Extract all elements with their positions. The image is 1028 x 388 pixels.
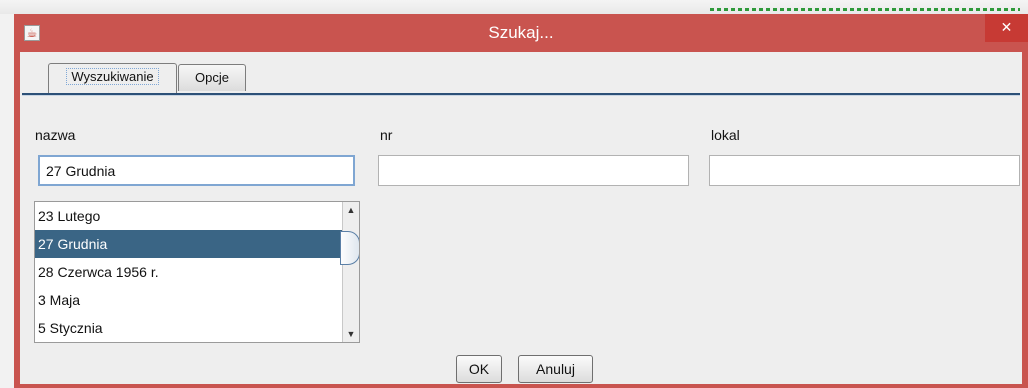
scrollbar-thumb[interactable] <box>340 231 359 265</box>
scroll-up-arrow-icon[interactable]: ▲ <box>343 202 359 218</box>
background-app-strip <box>0 0 1028 14</box>
dialog-content: Wyszukiwanie Opcje nazwa nr lokal 23 Lut… <box>20 52 1022 384</box>
nazwa-label: nazwa <box>35 127 76 143</box>
title-bar[interactable]: ☕ Szukaj... ✕ <box>14 14 1028 52</box>
tab-divider-highlight <box>22 95 1020 96</box>
ok-button[interactable]: OK <box>456 355 502 383</box>
cancel-button[interactable]: Anuluj <box>518 355 593 383</box>
window-title: Szukaj... <box>488 23 554 42</box>
tab-opcje[interactable]: Opcje <box>178 64 246 91</box>
tab-opcje-label: Opcje <box>195 70 229 85</box>
nr-label: nr <box>380 127 393 143</box>
background-green-line <box>710 8 1020 11</box>
list-item[interactable]: 23 Lutego <box>35 202 359 230</box>
background-app-left <box>0 14 14 388</box>
list-item-selected[interactable]: 27 Grudnia <box>35 230 359 258</box>
tab-wyszukiwanie-label: Wyszukiwanie <box>66 68 159 85</box>
close-button[interactable]: ✕ <box>985 14 1028 42</box>
lokal-input[interactable] <box>709 155 1020 186</box>
lokal-label: lokal <box>711 127 740 143</box>
list-item[interactable]: 28 Czerwca 1956 r. <box>35 258 359 286</box>
search-dialog: ☕ Szukaj... ✕ Wyszukiwanie Opcje nazwa n… <box>14 14 1028 388</box>
list-scrollbar[interactable]: ▲ ▼ <box>340 202 359 342</box>
scroll-down-arrow-icon[interactable]: ▼ <box>343 326 359 342</box>
list-item[interactable]: 5 Stycznia <box>35 314 359 342</box>
tab-wyszukiwanie[interactable]: Wyszukiwanie <box>48 63 177 93</box>
nazwa-input[interactable] <box>38 155 355 186</box>
nr-input[interactable] <box>378 155 689 186</box>
list-item[interactable]: 3 Maja <box>35 286 359 314</box>
suggestion-list[interactable]: 23 Lutego 27 Grudnia 28 Czerwca 1956 r. … <box>34 201 360 343</box>
java-app-icon: ☕ <box>24 25 40 41</box>
